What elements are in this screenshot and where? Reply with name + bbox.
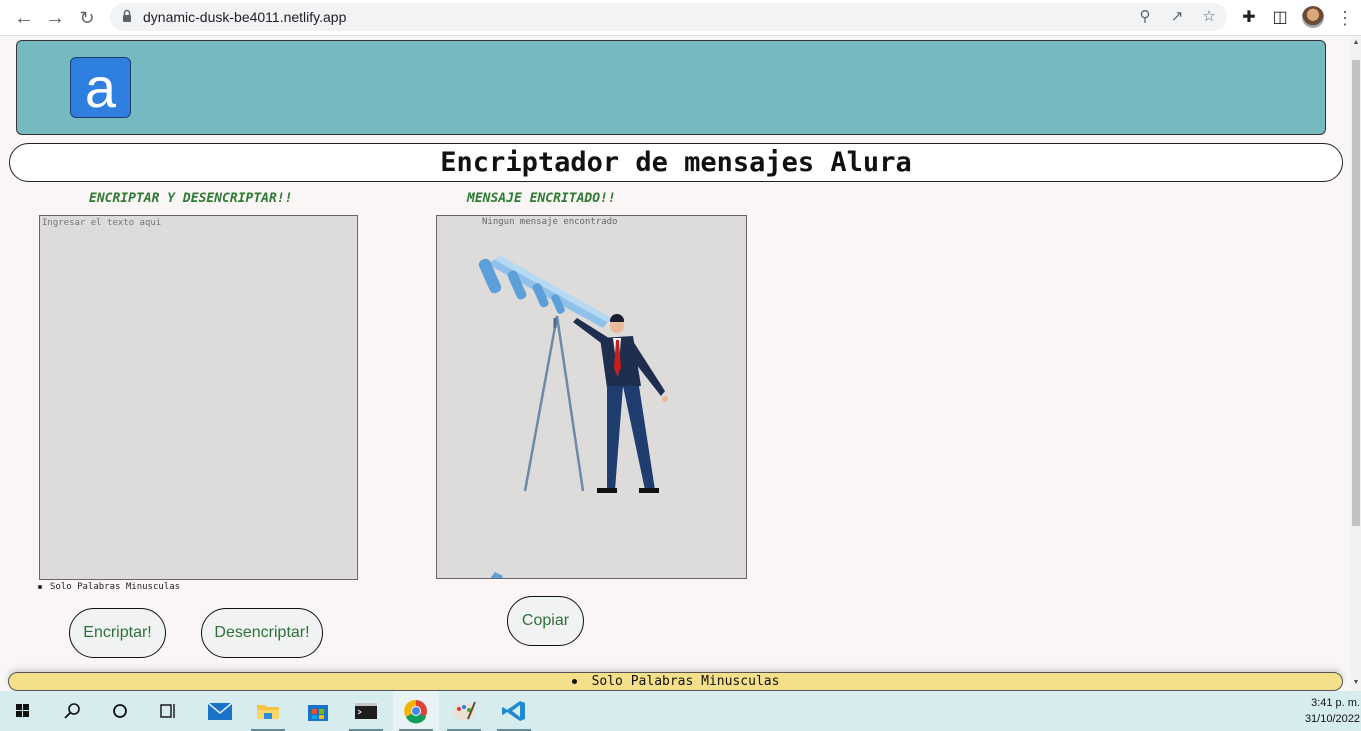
- clock-date: 31/10/2022: [1304, 713, 1360, 725]
- store-icon[interactable]: [295, 691, 341, 731]
- page-footer: Solo Palabras Minusculas: [8, 672, 1343, 691]
- task-view-icon[interactable]: [145, 691, 191, 731]
- output-section-label: MENSAJE ENCRITADO!!: [467, 191, 616, 206]
- copy-button[interactable]: Copiar: [507, 596, 584, 646]
- browser-toolbar: ← → ↻ dynamic-dusk-be4011.netlify.app ⚲ …: [0, 0, 1361, 36]
- side-panel-icon[interactable]: ◫: [1269, 7, 1291, 29]
- encrypt-button[interactable]: Encriptar!: [69, 608, 166, 658]
- page-header: a: [16, 40, 1326, 135]
- address-bar[interactable]: dynamic-dusk-be4011.netlify.app ⚲ ↗ ☆: [110, 3, 1227, 31]
- bullet-marker: [38, 584, 42, 589]
- clock-time: 3:41 p. m.: [1311, 697, 1360, 709]
- paint-icon[interactable]: [441, 691, 487, 731]
- output-panel: Ningun mensaje encontrado: [436, 215, 747, 579]
- hint-list: Solo Palabras Minusculas: [38, 582, 180, 592]
- zoom-icon[interactable]: ⚲: [1135, 7, 1155, 27]
- mail-icon[interactable]: [197, 691, 243, 731]
- scroll-up-icon[interactable]: ▲: [1352, 38, 1360, 48]
- profile-avatar[interactable]: [1302, 6, 1324, 28]
- lock-icon: [123, 9, 131, 22]
- share-icon[interactable]: ↗: [1167, 7, 1187, 27]
- file-explorer-icon[interactable]: [245, 691, 291, 731]
- bullet-marker: [571, 679, 577, 684]
- forward-arrow-icon[interactable]: →: [43, 6, 67, 30]
- scroll-thumb[interactable]: [1352, 60, 1360, 526]
- back-arrow-icon[interactable]: ←: [12, 6, 36, 30]
- page-viewport: a Encriptador de mensajes Alura ENCRIPTA…: [0, 36, 1351, 691]
- decrypt-button[interactable]: Desencriptar!: [201, 608, 323, 658]
- search-icon[interactable]: [49, 691, 95, 731]
- logo-letter: a: [84, 56, 117, 119]
- alura-logo[interactable]: a: [70, 56, 131, 119]
- vscode-icon[interactable]: [491, 691, 537, 731]
- extensions-puzzle-icon[interactable]: ✚: [1238, 7, 1260, 29]
- scroll-down-icon[interactable]: ▼: [1352, 678, 1360, 688]
- encrypt-section-label: ENCRIPTAR Y DESENCRIPTAR!!: [89, 191, 293, 206]
- taskbar: 3:41 p. m. 31/10/2022: [0, 691, 1361, 731]
- cortana-icon[interactable]: [97, 691, 143, 731]
- system-clock[interactable]: 3:41 p. m. 31/10/2022: [1290, 695, 1360, 727]
- url-text: dynamic-dusk-be4011.netlify.app: [143, 9, 347, 25]
- bookmark-star-icon[interactable]: ☆: [1199, 7, 1219, 27]
- reload-icon[interactable]: ↻: [75, 6, 99, 30]
- telescope-man-illustration: [478, 256, 668, 578]
- chrome-icon[interactable]: [393, 691, 439, 731]
- footer-text: Solo Palabras Minusculas: [591, 674, 780, 689]
- page-title: Encriptador de mensajes Alura: [440, 147, 912, 178]
- message-input[interactable]: [39, 215, 358, 580]
- windows-start-icon[interactable]: [0, 691, 46, 731]
- hint-text: Solo Palabras Minusculas: [50, 582, 181, 592]
- terminal-icon[interactable]: [343, 691, 389, 731]
- menu-dots-icon[interactable]: ⋮: [1335, 6, 1355, 30]
- vertical-scrollbar[interactable]: ▲ ▼: [1351, 36, 1361, 691]
- title-bar: Encriptador de mensajes Alura: [9, 143, 1343, 182]
